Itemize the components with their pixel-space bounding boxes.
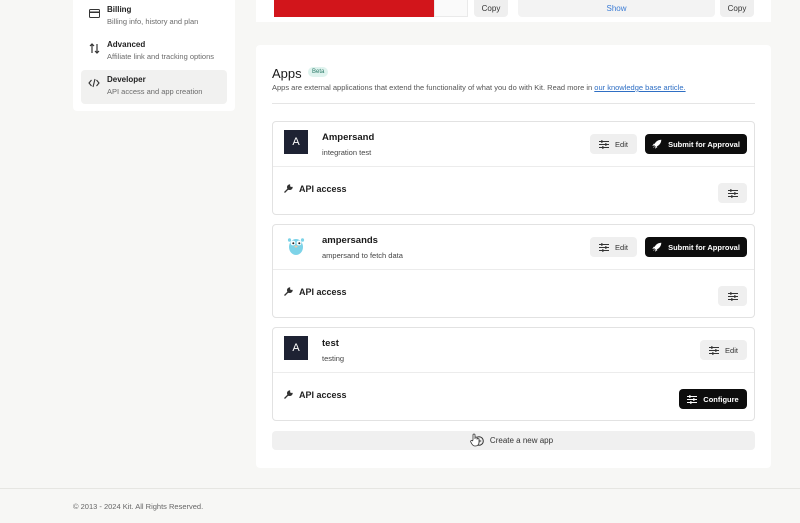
configure-label: Configure [703,394,739,404]
api-access-label: API access [299,390,347,400]
wrench-icon [284,287,293,296]
sliders-icon [599,242,610,252]
rocket-icon [652,139,662,149]
wrench-icon [284,390,293,399]
sliders-icon [727,291,738,301]
api-access-row: API access [283,390,347,400]
app-description: testing [322,354,345,363]
api-access-label: API access [299,184,347,194]
row-divider [273,269,754,270]
sidebar-item-title: Billing [107,5,132,14]
key-field-end [434,0,468,17]
sliders-icon [709,345,720,355]
submit-label: Submit for Approval [668,242,740,252]
apps-section: Apps Beta Apps are external applications… [256,45,771,468]
sidebar-item-billing[interactable]: Billing Billing info, history and plan [81,0,227,34]
apps-description: Apps are external applications that exte… [272,83,686,92]
api-access-row: API access [283,287,347,297]
arrows-swap-icon [88,42,100,54]
app-avatar: A [284,336,308,360]
code-icon [88,77,100,89]
row-divider [273,372,754,373]
divider [272,103,755,104]
submit-label: Submit for Approval [668,139,740,149]
apps-title: Apps [272,66,302,81]
app-card-ampersands: ampersands ampersand to fetch data Edit … [272,224,755,318]
app-card-test: A test testing Edit API access Configure [272,327,755,421]
app-description: ampersand to fetch data [322,251,403,260]
edit-app-button[interactable]: Edit [590,134,637,154]
footer-divider [0,488,800,489]
sidebar-item-developer[interactable]: Developer API access and app creation [81,70,227,104]
submit-for-approval-button[interactable]: Submit for Approval [645,237,747,257]
app-name: test [322,338,339,349]
app-name: Ampersand [322,132,375,143]
show-secret-button[interactable]: Show [518,0,715,17]
sliders-icon [727,188,738,198]
copy-key-button[interactable]: Copy [474,0,508,17]
create-new-app-label: Create a new app [489,436,554,445]
create-new-app-button[interactable]: Create a new app [272,431,755,450]
api-access-label: API access [299,287,347,297]
knowledge-base-link[interactable]: our knowledge base article. [594,83,685,92]
sliders-icon [687,394,698,404]
edit-label: Edit [725,345,738,355]
api-settings-button[interactable] [718,183,747,203]
sidebar-item-subtitle: API access and app creation [107,87,203,96]
apps-description-text: Apps are external applications that exte… [272,83,595,92]
edit-label: Edit [615,139,628,149]
sidebar-item-subtitle: Affiliate link and tracking options [107,52,215,61]
api-keys-section: Copy Show Copy [256,0,771,22]
beta-badge: Beta [308,67,329,77]
sidebar-item-advanced[interactable]: Advanced Affiliate link and tracking opt… [81,35,227,69]
submit-for-approval-button[interactable]: Submit for Approval [645,134,747,154]
settings-sidebar: Billing Billing info, history and plan A… [73,0,235,111]
edit-app-button[interactable]: Edit [700,340,747,360]
redacted-key-field [274,0,434,17]
app-description: integration test [322,148,372,157]
edit-app-button[interactable]: Edit [590,237,637,257]
sidebar-item-subtitle: Billing info, history and plan [107,17,199,26]
app-avatar: A [284,130,308,154]
credit-card-icon [88,7,100,19]
gopher-avatar-icon [287,238,305,255]
sidebar-item-title: Developer [107,75,146,84]
app-name: ampersands [322,235,378,246]
api-access-row: API access [283,184,347,194]
sidebar-item-title: Advanced [107,40,146,49]
api-settings-button[interactable] [718,286,747,306]
configure-button[interactable]: Configure [679,389,747,409]
footer-copyright: © 2013 - 2024 Kit. All Rights Reserved. [73,502,204,511]
sliders-icon [599,139,610,149]
copy-secret-button[interactable]: Copy [720,0,754,17]
app-card-ampersand: A Ampersand integration test Edit Submit… [272,121,755,215]
row-divider [273,166,754,167]
edit-label: Edit [615,242,628,252]
rocket-icon [652,242,662,252]
wrench-icon [284,184,293,193]
hand-cursor-icon [470,433,480,447]
